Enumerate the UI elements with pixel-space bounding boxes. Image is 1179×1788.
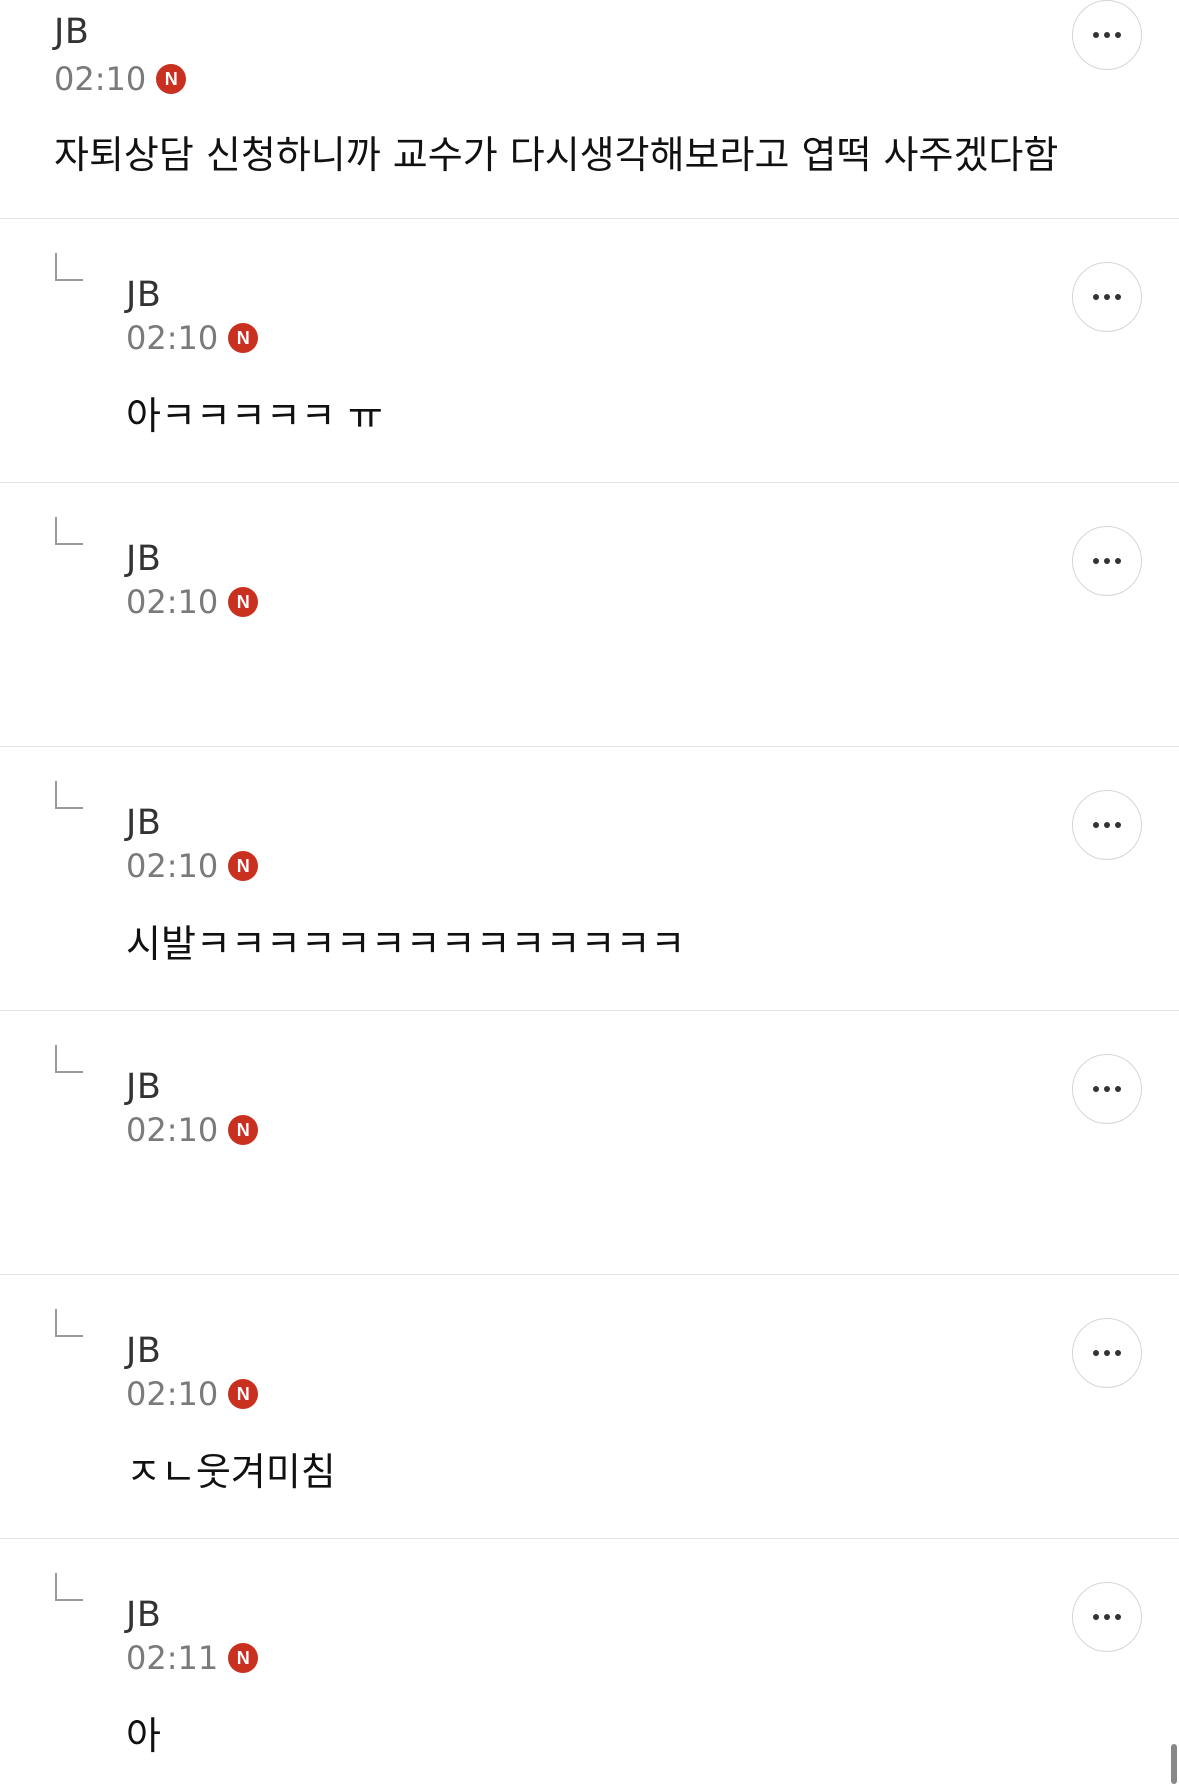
comment-author[interactable]: JB	[126, 1331, 161, 1371]
more-options-icon	[1115, 1614, 1121, 1620]
more-options-icon	[1104, 294, 1110, 300]
reply-item: JB 02:10 N 아ㅋㅋㅋㅋㅋ ㅠ	[0, 219, 1179, 483]
comment-text-clipped: ㅅㅂ	[126, 1193, 196, 1237]
more-options-icon	[1093, 32, 1099, 38]
comment-time: 02:10	[54, 60, 147, 98]
more-options-icon	[1093, 1086, 1099, 1092]
more-options-button[interactable]	[1072, 1318, 1142, 1388]
comment-item: JB 02:10 N 자퇴상담 신청하니까 교수가 다시생각해보라고 엽떡 사주…	[0, 0, 1179, 219]
comment-time: 02:11	[126, 1639, 219, 1677]
more-options-icon	[1093, 294, 1099, 300]
comment-author[interactable]: JB	[126, 1595, 161, 1635]
comment-text: 아ㅋㅋㅋㅋㅋ ㅠ	[126, 394, 383, 438]
comment-text: ㅅㅂ	[126, 665, 196, 678]
comment-time: 02:10	[126, 583, 219, 621]
comment-meta: 02:10 N	[126, 1111, 259, 1149]
comment-time: 02:10	[126, 1375, 219, 1413]
comment-text: 자퇴상담 신청하니까 교수가 다시생각해보라고 엽떡 사주겠다함	[54, 133, 1059, 177]
reply-item: JB 02:10 N ㅈㄴ웃겨미침	[0, 1275, 1179, 1539]
more-options-icon	[1115, 822, 1121, 828]
comment-text: ㅈㄴ웃겨미침	[126, 1450, 336, 1494]
scrollbar[interactable]	[1171, 1744, 1177, 1784]
new-badge-icon: N	[228, 323, 259, 353]
more-options-icon	[1104, 32, 1110, 38]
comment-text: 아	[126, 1714, 161, 1758]
more-options-icon	[1104, 822, 1110, 828]
comment-author[interactable]: JB	[126, 275, 161, 315]
new-badge-icon: N	[228, 1643, 259, 1673]
reply-item: JB 02:10 N ㅅㅂ	[0, 483, 1179, 747]
reply-item: JB 02:10 N ㅅㅂ	[0, 1011, 1179, 1275]
reply-arrow-icon	[55, 1045, 83, 1073]
more-options-button[interactable]	[1072, 262, 1142, 332]
comment-author[interactable]: JB	[54, 12, 89, 52]
more-options-button[interactable]	[1072, 1054, 1142, 1124]
more-options-icon	[1104, 558, 1110, 564]
new-badge-icon: N	[228, 851, 259, 881]
reply-arrow-icon	[55, 253, 83, 281]
reply-item: JB 02:10 N 시발ㅋㅋㅋㅋㅋㅋㅋㅋㅋㅋㅋㅋㅋㅋ	[0, 747, 1179, 1011]
new-badge-icon: N	[228, 587, 259, 617]
more-options-icon	[1115, 558, 1121, 564]
new-badge-icon: N	[228, 1115, 259, 1145]
comment-meta: 02:10 N	[126, 1375, 259, 1413]
more-options-icon	[1115, 32, 1121, 38]
comment-time: 02:10	[126, 319, 219, 357]
reply-item: JB 02:11 N 아	[0, 1539, 1179, 1788]
comment-meta: 02:11 N	[126, 1639, 259, 1677]
more-options-icon	[1115, 294, 1121, 300]
new-badge-icon: N	[156, 64, 187, 94]
comment-meta: 02:10 N	[126, 319, 259, 357]
more-options-icon	[1093, 558, 1099, 564]
comment-text: 시발ㅋㅋㅋㅋㅋㅋㅋㅋㅋㅋㅋㅋㅋㅋ	[126, 922, 686, 966]
reply-arrow-icon	[55, 517, 83, 545]
more-options-button[interactable]	[1072, 790, 1142, 860]
more-options-icon	[1104, 1350, 1110, 1356]
comment-author[interactable]: JB	[126, 803, 161, 843]
comment-text: ㅅㅂ	[126, 1193, 196, 1206]
comment-meta: 02:10 N	[126, 583, 259, 621]
more-options-icon	[1093, 1614, 1099, 1620]
comment-meta: 02:10 N	[54, 60, 187, 98]
more-options-icon	[1115, 1086, 1121, 1092]
more-options-button[interactable]	[1072, 1582, 1142, 1652]
more-options-button[interactable]	[1072, 0, 1142, 70]
comment-meta: 02:10 N	[126, 847, 259, 885]
more-options-icon	[1104, 1614, 1110, 1620]
new-badge-icon: N	[228, 1379, 259, 1409]
reply-arrow-icon	[55, 1309, 83, 1337]
more-options-button[interactable]	[1072, 526, 1142, 596]
comment-text-clipped: ㅅㅂ	[126, 665, 196, 709]
reply-arrow-icon	[55, 1573, 83, 1601]
comment-time: 02:10	[126, 847, 219, 885]
more-options-icon	[1093, 1350, 1099, 1356]
more-options-icon	[1093, 822, 1099, 828]
more-options-icon	[1104, 1086, 1110, 1092]
reply-arrow-icon	[55, 781, 83, 809]
more-options-icon	[1115, 1350, 1121, 1356]
comment-list: JB 02:10 N 자퇴상담 신청하니까 교수가 다시생각해보라고 엽떡 사주…	[0, 0, 1179, 1788]
comment-time: 02:10	[126, 1111, 219, 1149]
comment-author[interactable]: JB	[126, 1067, 161, 1107]
comment-author[interactable]: JB	[126, 539, 161, 579]
